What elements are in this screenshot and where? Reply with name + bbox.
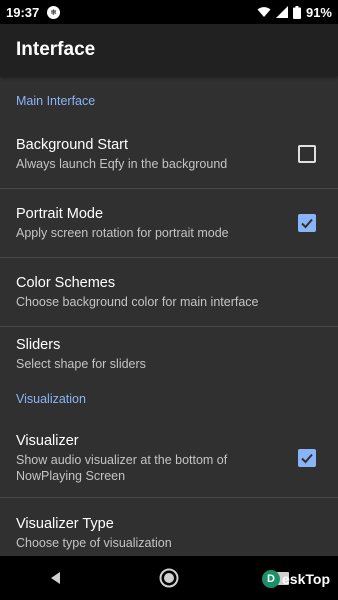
battery-level: 91% bbox=[305, 4, 332, 20]
pref-title: Visualizer bbox=[16, 432, 79, 449]
settings-list[interactable]: Main Interface Background Start Always l… bbox=[0, 76, 338, 556]
pref-visualizer[interactable]: Visualizer Show audio visualizer at the … bbox=[0, 418, 338, 498]
status-indicators: 91% bbox=[257, 5, 332, 20]
pref-summary: Always launch Eqfy in the background bbox=[16, 157, 228, 171]
pref-title: Visualizer Type bbox=[16, 516, 114, 532]
watermark-logo-icon: D bbox=[262, 570, 281, 588]
notification-icon: ❄ bbox=[47, 5, 61, 19]
pref-summary: Show audio visualizer at the bottom of N… bbox=[16, 452, 228, 483]
pref-sliders[interactable]: Sliders Select shape for sliders bbox=[0, 327, 338, 380]
background-start-checkbox[interactable] bbox=[298, 145, 316, 163]
status-time: 19:37 bbox=[6, 4, 40, 20]
category-visualization: Visualization bbox=[16, 392, 86, 406]
watermark-text: eskTop bbox=[282, 571, 330, 587]
pref-summary: Select shape for sliders bbox=[16, 356, 146, 371]
pref-visualizer-type[interactable]: Visualizer Type Choose type of visualiza… bbox=[0, 498, 338, 556]
pref-title: Portrait Mode bbox=[16, 206, 104, 222]
back-icon[interactable] bbox=[48, 570, 64, 586]
check-icon bbox=[301, 453, 313, 463]
portrait-mode-checkbox[interactable] bbox=[298, 214, 316, 232]
desktop-watermark: D eskTop bbox=[262, 570, 330, 588]
wifi-icon bbox=[257, 7, 271, 17]
check-icon bbox=[301, 218, 313, 229]
page-title: Interface bbox=[16, 39, 96, 60]
pref-summary: Choose type of visualization bbox=[16, 536, 172, 550]
pref-background-start[interactable]: Background Start Always launch Eqfy in t… bbox=[0, 120, 338, 189]
home-icon[interactable] bbox=[159, 568, 179, 588]
visualizer-checkbox[interactable] bbox=[298, 448, 316, 467]
pref-title: Color Schemes bbox=[16, 275, 116, 291]
app-bar: Interface bbox=[0, 24, 338, 76]
battery-icon bbox=[292, 5, 301, 19]
category-main-interface: Main Interface bbox=[16, 94, 96, 108]
pref-title: Background Start bbox=[16, 137, 129, 153]
pref-summary: Apply screen rotation for portrait mode bbox=[16, 226, 229, 240]
status-bar: 19:37 ❄ 91% bbox=[0, 0, 338, 24]
pref-portrait-mode[interactable]: Portrait Mode Apply screen rotation for … bbox=[0, 189, 338, 258]
pref-color-schemes[interactable]: Color Schemes Choose background color fo… bbox=[0, 258, 338, 327]
signal-icon bbox=[275, 6, 288, 18]
pref-title: Sliders bbox=[16, 336, 61, 353]
pref-summary: Choose background color for main interfa… bbox=[16, 295, 259, 309]
